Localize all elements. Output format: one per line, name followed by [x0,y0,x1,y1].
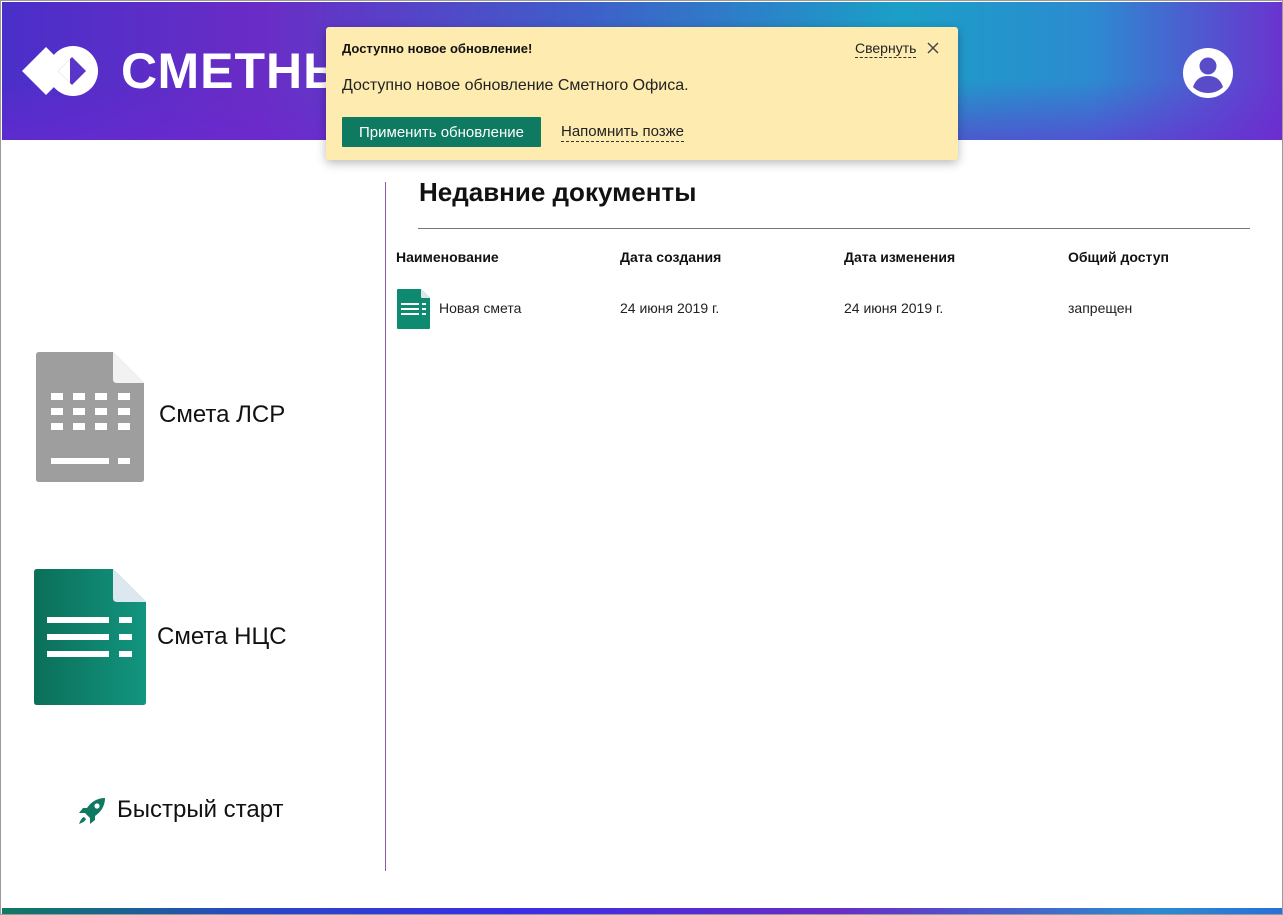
sidebar-item-quick-start[interactable]: Быстрый старт [77,794,297,828]
page-title: Недавние документы [419,177,697,207]
row-created: 24 июня 2019 г. [620,300,720,316]
logo-icon [22,46,98,96]
remind-later-link[interactable]: Напомнить позже [561,123,685,142]
column-header-created[interactable]: Дата создания [620,249,721,265]
user-avatar-icon[interactable] [1182,47,1234,99]
sidebar-item-label: Смета НЦС [157,623,287,650]
update-notification: Доступно новое обновление! Свернуть Дост… [326,27,958,160]
title-divider [418,228,1250,229]
close-icon[interactable] [926,41,940,55]
sidebar-item-label: Быстрый старт [117,796,284,823]
notification-title: Доступно новое обновление! [342,41,533,56]
gray-spreadsheet-icon [36,352,144,482]
bottom-accent-bar [2,908,1282,914]
sidebar-divider [385,182,386,871]
document-icon [397,289,430,329]
notification-message: Доступно новое обновление Сметного Офиса… [342,77,689,94]
column-header-modified[interactable]: Дата изменения [844,249,955,265]
column-header-access[interactable]: Общий доступ [1068,249,1169,265]
rocket-icon [79,798,105,824]
apply-update-button[interactable]: Применить обновление [342,117,541,147]
collapse-link[interactable]: Свернуть [855,40,917,58]
table-row[interactable]: Новая смета 24 июня 2019 г. 24 июня 2019… [395,287,1255,329]
row-access: запрещен [1068,300,1133,316]
sidebar-item-ncs[interactable]: Смета НЦС [33,568,287,706]
column-header-name[interactable]: Наименование [396,249,499,265]
app-window: СМЕТНЫЙ Доступно новое обновление! Сверн… [0,0,1283,915]
row-modified: 24 июня 2019 г. [844,300,944,316]
row-name: Новая смета [439,300,522,316]
green-document-icon [34,569,146,705]
sidebar-item-lsr[interactable]: Смета ЛСР [35,351,285,483]
sidebar-item-label: Смета ЛСР [159,401,286,428]
